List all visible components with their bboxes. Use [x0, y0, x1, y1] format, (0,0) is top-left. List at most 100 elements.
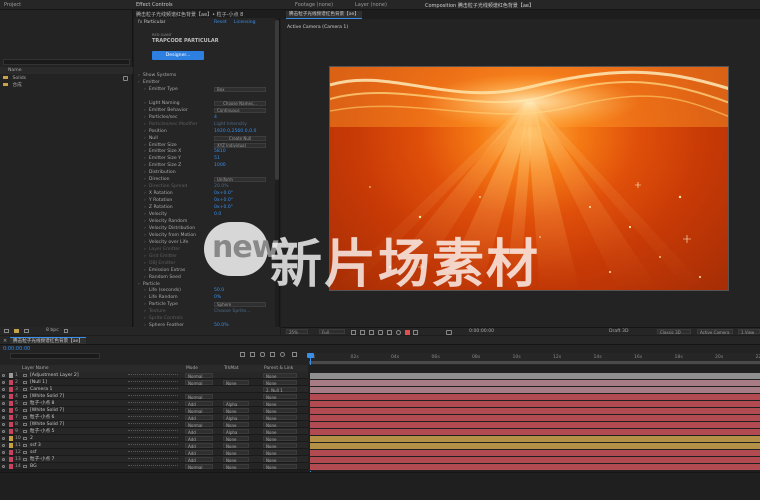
effect-property-row[interactable]: › Emitter Size X 5810: [144, 149, 274, 155]
effect-property-value[interactable]: Sphere: [214, 302, 266, 308]
effect-property-value[interactable]: Light Intensity: [214, 122, 247, 128]
visibility-eye-icon[interactable]: [2, 416, 5, 419]
new-folder-icon[interactable]: [14, 329, 19, 333]
layer-name[interactable]: [White Solid 7]: [30, 407, 64, 414]
layer-trkmat-dropdown[interactable]: None: [223, 422, 249, 428]
disclosure-triangle-icon[interactable]: ›: [144, 302, 146, 307]
layer-duration-bar[interactable]: [310, 393, 760, 400]
visibility-eye-icon[interactable]: [2, 451, 5, 454]
layer-color-label[interactable]: [9, 415, 13, 420]
disclosure-triangle-icon[interactable]: ›: [144, 170, 146, 175]
layer-switches[interactable]: [128, 395, 178, 398]
disclosure-triangle-icon[interactable]: ›: [144, 115, 146, 120]
layer-color-label[interactable]: [9, 422, 13, 427]
work-area-bar[interactable]: [309, 361, 760, 364]
layer-color-label[interactable]: [9, 464, 13, 469]
trash-icon[interactable]: [64, 329, 68, 333]
layer-parent-dropdown[interactable]: None: [263, 450, 297, 456]
layer-color-label[interactable]: [9, 457, 13, 462]
scrollbar-thumb[interactable]: [275, 20, 279, 180]
effect-property-row[interactable]: › Particle: [138, 282, 274, 288]
layer-trkmat-dropdown[interactable]: None: [223, 450, 249, 456]
project-item-solids[interactable]: Solids: [3, 76, 26, 82]
bpc-label[interactable]: 8 bpc: [46, 328, 59, 333]
quality-dropdown[interactable]: Full: [319, 329, 345, 335]
effect-property-row[interactable]: › Sprite Controls: [144, 316, 274, 322]
layer-name[interactable]: 粒子-小点 8: [30, 400, 54, 407]
disclosure-triangle-icon[interactable]: ›: [144, 198, 146, 203]
layer-switches[interactable]: [128, 430, 178, 433]
visibility-eye-icon[interactable]: [2, 465, 5, 468]
layer-name[interactable]: Camera 1: [30, 386, 52, 393]
disclosure-triangle-icon[interactable]: ›: [144, 247, 146, 252]
visibility-eye-icon[interactable]: [2, 381, 5, 384]
layer-parent-dropdown[interactable]: None: [263, 380, 297, 386]
layer-mode-dropdown[interactable]: Add: [185, 450, 213, 456]
layer-mode-dropdown[interactable]: Normal: [185, 464, 213, 470]
layer-trkmat-dropdown[interactable]: None: [223, 380, 249, 386]
layer-duration-bar[interactable]: [310, 456, 760, 463]
effect-property-value[interactable]: Choose Names...: [214, 100, 266, 106]
timeline-layer-row[interactable]: 3 Camera 1 2. Null 1: [0, 386, 308, 393]
layer-mode-dropdown[interactable]: Normal: [185, 422, 213, 428]
effect-property-row[interactable]: [144, 94, 274, 100]
layer-trkmat-dropdown[interactable]: None: [223, 436, 249, 442]
tab-layer[interactable]: Layer (none): [355, 2, 387, 8]
disclosure-triangle-icon[interactable]: ›: [144, 163, 146, 168]
effect-property-row[interactable]: › Life Random 0%: [144, 295, 274, 301]
effect-property-value[interactable]: 1000: [214, 163, 226, 169]
layer-trkmat-dropdown[interactable]: Alpha: [223, 429, 249, 435]
effect-property-row[interactable]: › Emitter: [138, 80, 274, 86]
layer-parent-dropdown[interactable]: None: [263, 415, 297, 421]
layer-mode-dropdown[interactable]: Normal: [185, 380, 213, 386]
graph-editor-icon[interactable]: [292, 352, 297, 357]
tab-effect-controls[interactable]: Effect Controls: [136, 2, 173, 8]
effect-property-row[interactable]: › Position 1920.0,2560.0,0.0: [144, 129, 274, 135]
comp-mini-flowchart-icon[interactable]: [240, 352, 245, 357]
layer-name[interactable]: [White Solid 7]: [30, 421, 64, 428]
disclosure-triangle-icon[interactable]: ›: [144, 226, 146, 231]
effect-property-row[interactable]: › Random Seed: [144, 275, 274, 281]
layer-parent-dropdown[interactable]: None: [263, 408, 297, 414]
effect-property-row[interactable]: › Emitter Size XYZ Individual: [144, 142, 274, 149]
disclosure-triangle-icon[interactable]: ›: [144, 309, 146, 314]
effect-property-value[interactable]: 50.0: [214, 288, 224, 294]
layer-duration-bar[interactable]: [310, 421, 760, 428]
layer-mode-dropdown[interactable]: Add: [185, 457, 213, 463]
layer-color-label[interactable]: [9, 436, 13, 441]
effect-property-value[interactable]: Uniform: [214, 177, 266, 183]
disclosure-triangle-icon[interactable]: ›: [144, 261, 146, 266]
effect-property-value[interactable]: 1920.0,2560.0,0.0: [214, 129, 256, 135]
layer-duration-bar[interactable]: [310, 435, 760, 442]
disclosure-triangle-icon[interactable]: ›: [144, 295, 146, 300]
timeline-layer-row[interactable]: 1 [Adjustment Layer 2] Normal None: [0, 372, 308, 379]
timeline-layer-row[interactable]: 11 ssf 3 Add None None: [0, 442, 308, 449]
effect-property-value[interactable]: 0x+0.0°: [214, 198, 233, 204]
layer-parent-dropdown[interactable]: None: [263, 401, 297, 407]
effect-property-row[interactable]: › Null Create Null: [144, 135, 274, 142]
layer-name[interactable]: 粒子-小点 5: [30, 428, 54, 435]
layer-parent-dropdown[interactable]: 2. Null 1: [263, 387, 297, 393]
layer-trkmat-dropdown[interactable]: None: [223, 408, 249, 414]
layer-parent-dropdown[interactable]: None: [263, 457, 297, 463]
tab-footage[interactable]: Footage (none): [295, 2, 333, 8]
layer-duration-bar[interactable]: [310, 463, 760, 470]
visibility-eye-icon[interactable]: [2, 388, 5, 391]
timeline-layer-row[interactable]: 5 粒子-小点 8 Add Alpha None: [0, 400, 308, 407]
layer-parent-dropdown[interactable]: None: [263, 429, 297, 435]
effect-property-value[interactable]: Box: [214, 86, 266, 92]
layer-mode-dropdown[interactable]: Add: [185, 443, 213, 449]
licensing-link[interactable]: Licensing: [234, 20, 256, 26]
tab-project[interactable]: Project: [4, 2, 21, 8]
layer-name[interactable]: ssf: [30, 449, 36, 456]
effect-property-value[interactable]: 0%: [214, 295, 221, 301]
layer-parent-dropdown[interactable]: None: [263, 443, 297, 449]
effect-property-row[interactable]: › Show Systems: [138, 73, 274, 79]
layer-switches[interactable]: [128, 465, 178, 468]
effect-property-row[interactable]: › Velocity Random: [144, 219, 274, 225]
effect-property-row[interactable]: › Particles/sec 4: [144, 115, 274, 121]
layer-color-label[interactable]: [9, 401, 13, 406]
disclosure-triangle-icon[interactable]: ›: [144, 122, 146, 127]
layer-mode-dropdown[interactable]: Normal: [185, 394, 213, 400]
mask-visibility-icon[interactable]: [378, 330, 383, 335]
